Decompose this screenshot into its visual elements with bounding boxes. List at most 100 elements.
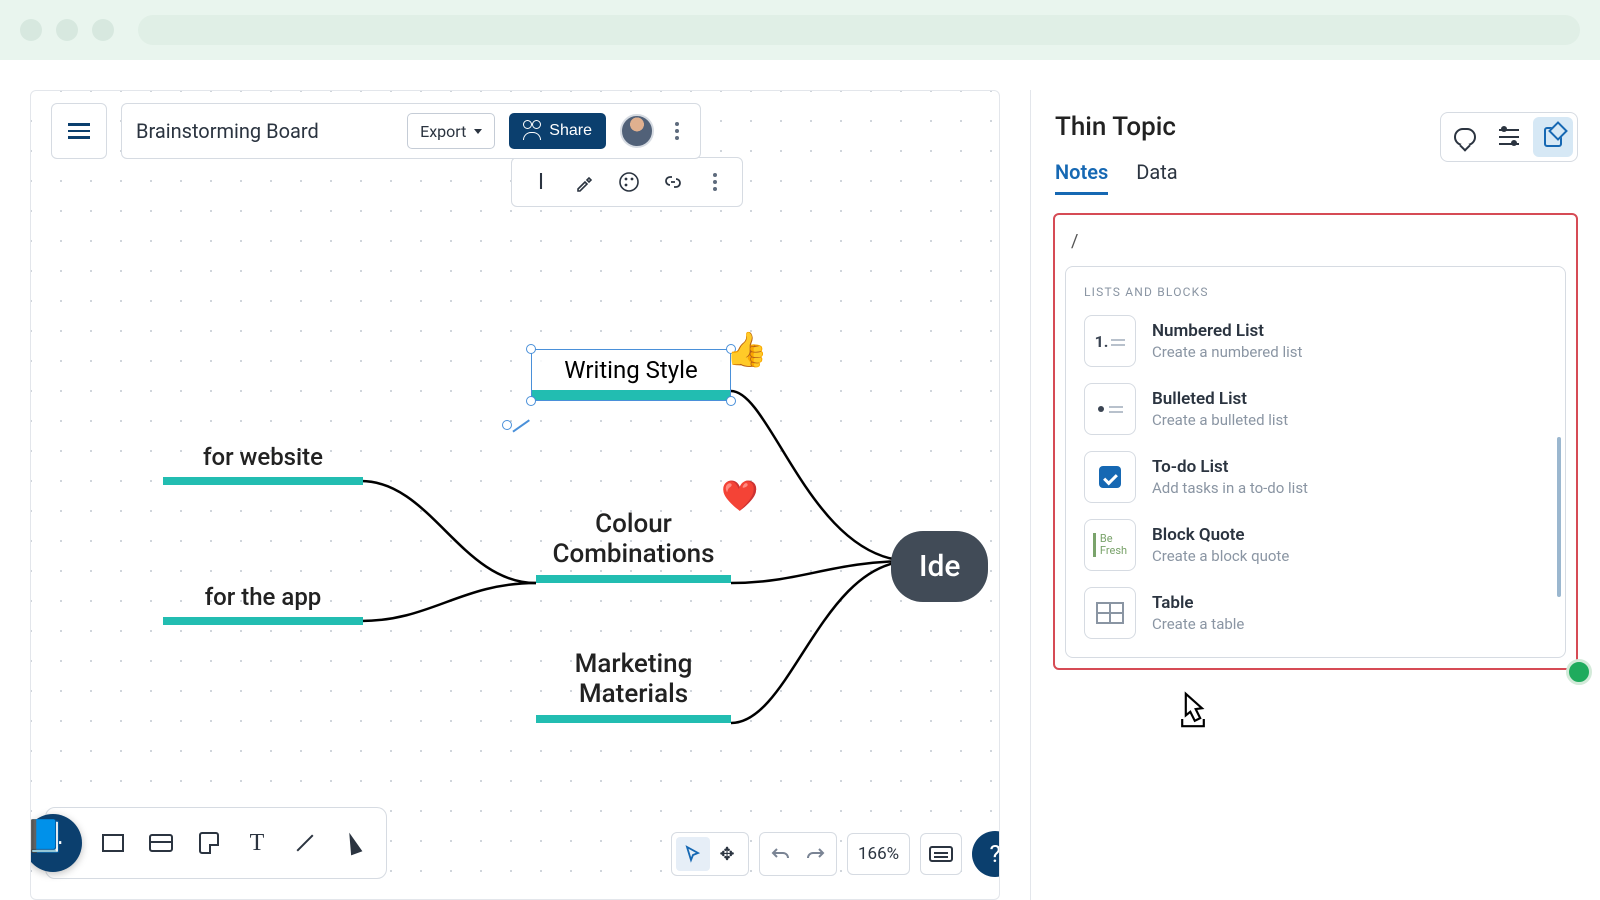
properties-button[interactable] [1489, 117, 1529, 157]
help-button[interactable]: ? [972, 831, 1000, 877]
rectangle-tool[interactable] [92, 822, 134, 864]
option-numbered-list[interactable]: 1. Numbered List Create a numbered list [1066, 307, 1565, 375]
shape-dock: + T [45, 807, 387, 879]
panel-mode-switch [1440, 112, 1578, 162]
option-title: Block Quote [1152, 525, 1289, 545]
edit-notes-button[interactable] [1533, 117, 1573, 157]
link-icon[interactable] [662, 171, 684, 193]
text-tool[interactable]: T [236, 822, 278, 864]
option-table[interactable]: Table Create a table [1066, 579, 1565, 647]
node-for-app[interactable]: for the app [163, 583, 363, 625]
connection-handle[interactable] [502, 420, 512, 430]
option-title: Numbered List [1152, 321, 1302, 341]
node-label: Colour Combinations [536, 509, 731, 569]
keyboard-icon [929, 846, 953, 862]
bulleted-list-icon [1084, 383, 1136, 435]
node-label: Marketing Materials [536, 649, 731, 709]
option-sub: Create a bulleted list [1152, 411, 1288, 429]
highlighter-icon [344, 831, 363, 856]
node-for-website[interactable]: for website [163, 443, 363, 485]
node-label: for website [163, 443, 363, 471]
undo-icon [771, 846, 791, 862]
hamburger-icon [68, 119, 90, 143]
board-title[interactable]: Brainstorming Board [136, 119, 393, 143]
redo-icon [805, 846, 825, 862]
dropdown-scrollbar[interactable] [1557, 437, 1561, 597]
mindmap-connectors [31, 91, 1000, 900]
traffic-light [20, 19, 42, 41]
eyedropper-icon[interactable] [574, 171, 596, 193]
thumbs-up-icon: 👍 [726, 330, 768, 370]
resize-handle[interactable] [526, 396, 536, 406]
palette-icon[interactable] [618, 171, 640, 193]
block-picker: LISTS AND BLOCKS 1. Numbered List Create… [1065, 266, 1566, 658]
cursor-icon [683, 844, 703, 864]
comments-button[interactable] [1445, 117, 1485, 157]
rectangle-icon [102, 834, 124, 852]
resize-handle[interactable] [526, 344, 536, 354]
toolbar-more-icon[interactable] [706, 173, 724, 191]
top-bar: Brainstorming Board Export Share [51, 103, 701, 159]
node-marketing-materials[interactable]: Marketing Materials [536, 649, 731, 723]
share-label: Share [549, 122, 592, 140]
option-title: Table [1152, 593, 1244, 613]
user-avatar[interactable] [620, 114, 654, 148]
title-bar: Brainstorming Board Export Share [121, 103, 701, 159]
history-group [759, 832, 837, 876]
decor-icon: 📘 [30, 817, 65, 855]
central-node-label: Ide [919, 549, 960, 584]
address-bar[interactable] [138, 15, 1580, 45]
mode-group: ✥ [671, 832, 749, 876]
card-tool[interactable] [140, 822, 182, 864]
option-sub: Add tasks in a to-do list [1152, 479, 1308, 497]
table-icon [1084, 587, 1136, 639]
sliders-icon [1499, 136, 1519, 138]
text-cursor-icon[interactable]: I [530, 171, 552, 193]
export-label: Export [420, 122, 466, 141]
pan-mode[interactable]: ✥ [710, 837, 744, 871]
undo-button[interactable] [764, 837, 798, 871]
canvas[interactable]: Brainstorming Board Export Share I [30, 90, 1000, 900]
node-label: for the app [163, 583, 363, 611]
heart-icon: ❤️ [721, 479, 758, 514]
highlighter-tool[interactable] [332, 822, 374, 864]
people-icon [523, 124, 541, 138]
tab-data[interactable]: Data [1136, 160, 1177, 195]
shape-toolbar[interactable]: I [511, 157, 743, 207]
workspace: Brainstorming Board Export Share I [0, 60, 1600, 900]
node-label: Writing Style [556, 356, 706, 384]
sticky-note-tool[interactable] [188, 822, 230, 864]
central-node[interactable]: Ide [891, 531, 988, 602]
line-tool[interactable] [284, 822, 326, 864]
editor-input[interactable]: / [1065, 225, 1566, 258]
option-todo-list[interactable]: To-do List Add tasks in a to-do list [1066, 443, 1565, 511]
tab-notes[interactable]: Notes [1055, 160, 1108, 195]
keyboard-shortcuts-button[interactable] [920, 833, 962, 875]
node-writing-style[interactable]: Writing Style 👍 [531, 349, 731, 401]
menu-button[interactable] [51, 103, 107, 159]
note-icon [199, 832, 219, 854]
node-colour-combinations[interactable]: Colour Combinations [536, 509, 731, 583]
more-button[interactable] [668, 122, 686, 140]
notes-editor-highlight: / LISTS AND BLOCKS 1. Numbered List Crea… [1053, 213, 1578, 670]
option-title: Bulleted List [1152, 389, 1288, 409]
redo-button[interactable] [798, 837, 832, 871]
option-bulleted-list[interactable]: Bulleted List Create a bulleted list [1066, 375, 1565, 443]
card-icon [149, 834, 173, 852]
dropdown-section-label: LISTS AND BLOCKS [1066, 277, 1565, 307]
option-sub: Create a numbered list [1152, 343, 1302, 361]
cursor-overlay-icon [1175, 688, 1211, 732]
traffic-light [92, 19, 114, 41]
resize-handle[interactable] [726, 396, 736, 406]
traffic-light [56, 19, 78, 41]
presence-indicator[interactable] [1566, 659, 1592, 685]
option-sub: Create a table [1152, 615, 1244, 633]
zoom-level[interactable]: 166% [847, 833, 910, 875]
option-sub: Create a block quote [1152, 547, 1289, 565]
pan-icon: ✥ [719, 844, 734, 865]
share-button[interactable]: Share [509, 113, 606, 149]
view-controls: ✥ 166% ? [671, 831, 1000, 877]
select-mode[interactable] [676, 837, 710, 871]
export-button[interactable]: Export [407, 113, 495, 149]
option-block-quote[interactable]: Be Fresh Block Quote Create a block quot… [1066, 511, 1565, 579]
